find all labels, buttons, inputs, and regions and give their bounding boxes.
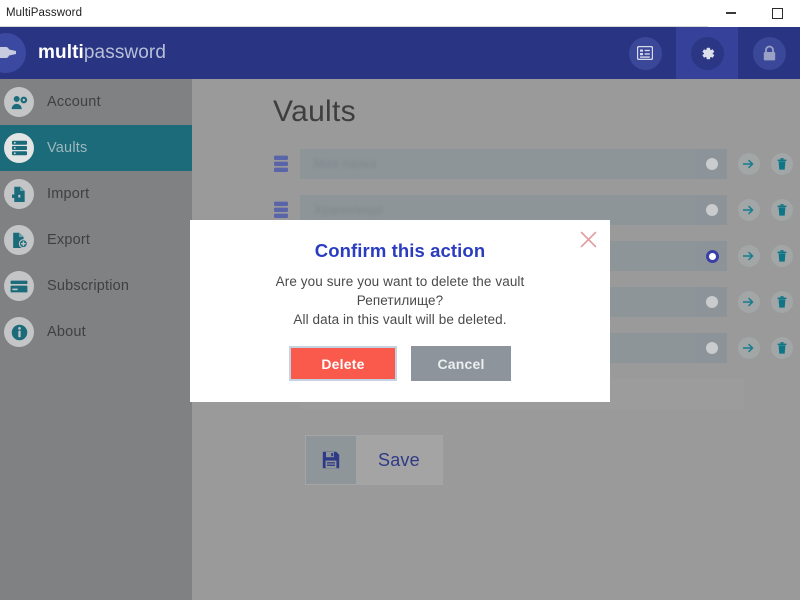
vault-name-input[interactable]: Моя папка xyxy=(300,149,727,179)
close-button[interactable] xyxy=(575,226,601,252)
sidebar-label-subscription: Subscription xyxy=(47,278,130,294)
list-view-button[interactable] xyxy=(614,27,676,79)
sidebar-label-export: Export xyxy=(47,232,91,248)
sidebar-label-account: Account xyxy=(47,94,101,110)
share-arrow-icon[interactable] xyxy=(738,199,760,221)
share-arrow-icon[interactable] xyxy=(738,153,760,175)
settings-button[interactable] xyxy=(676,27,738,79)
vault-name-text: Моя папка xyxy=(314,157,377,171)
vault-name-text: Хранилище xyxy=(314,203,384,217)
info-icon xyxy=(4,317,34,347)
sidebar-label-about: About xyxy=(47,324,86,340)
window-title: MultiPassword xyxy=(6,7,83,19)
page-title: Vaults xyxy=(273,95,356,128)
trash-icon[interactable] xyxy=(771,245,793,267)
list-view-icon xyxy=(628,36,662,70)
dialog-message-line-2: Репетилище? xyxy=(356,293,444,308)
card-icon xyxy=(4,271,34,301)
export-icon xyxy=(4,225,34,255)
delete-button[interactable]: Delete xyxy=(289,346,397,381)
sidebar: Account Vaults Import Export Subscriptio… xyxy=(0,79,192,600)
brand-bold-text: multi xyxy=(38,42,84,63)
vault-radio[interactable] xyxy=(697,333,727,363)
application-window: MultiPassword multipassword Account Vaul… xyxy=(0,0,800,600)
dialog-title: Confirm this action xyxy=(314,240,486,261)
sidebar-item-vaults[interactable]: Vaults xyxy=(0,125,192,171)
trash-icon[interactable] xyxy=(771,199,793,221)
dialog-message: Are you sure you want to delete the vaul… xyxy=(190,272,610,329)
dialog-actions: Delete Cancel xyxy=(190,346,610,381)
vault-row: Моя папка xyxy=(273,149,793,179)
radio-indicator-selected xyxy=(705,249,719,263)
minimize-icon xyxy=(726,12,736,14)
sidebar-label-vaults: Vaults xyxy=(47,140,88,156)
share-arrow-icon[interactable] xyxy=(738,245,760,267)
cancel-button[interactable]: Cancel xyxy=(411,346,511,381)
import-icon xyxy=(4,179,34,209)
vault-radio[interactable] xyxy=(697,287,727,317)
save-button[interactable]: Save xyxy=(305,435,443,485)
sidebar-item-about[interactable]: About xyxy=(0,309,192,355)
lock-button[interactable] xyxy=(738,27,800,79)
maximize-icon xyxy=(771,7,783,19)
lock-icon xyxy=(752,36,786,70)
vault-radio[interactable] xyxy=(697,195,727,225)
sidebar-item-import[interactable]: Import xyxy=(0,171,192,217)
trash-icon[interactable] xyxy=(771,153,793,175)
app-brand-name: multipassword xyxy=(38,42,166,64)
share-arrow-icon[interactable] xyxy=(738,337,760,359)
dialog-message-line-3: All data in this vault will be deleted. xyxy=(293,312,507,327)
header-actions xyxy=(614,27,800,79)
sidebar-item-account[interactable]: Account xyxy=(0,79,192,125)
app-header: multipassword xyxy=(0,27,800,79)
confirm-dialog: Confirm this action Are you sure you wan… xyxy=(190,220,610,402)
sidebar-item-export[interactable]: Export xyxy=(0,217,192,263)
close-icon xyxy=(580,231,596,247)
database-icon xyxy=(4,133,34,163)
floppy-disk-icon xyxy=(306,436,356,484)
minimize-button[interactable] xyxy=(708,0,754,27)
vault-radio-selected[interactable] xyxy=(697,241,727,271)
trash-icon[interactable] xyxy=(771,291,793,313)
save-button-label: Save xyxy=(356,436,442,484)
maximize-button[interactable] xyxy=(754,0,800,27)
user-settings-icon xyxy=(4,87,34,117)
database-icon xyxy=(274,155,288,172)
radio-indicator xyxy=(706,204,718,216)
database-icon xyxy=(274,201,288,218)
app-logo-icon xyxy=(0,33,26,73)
vault-radio[interactable] xyxy=(697,149,727,179)
share-arrow-icon[interactable] xyxy=(738,291,760,313)
dialog-message-line-1: Are you sure you want to delete the vaul… xyxy=(275,274,525,289)
trash-icon[interactable] xyxy=(771,337,793,359)
sidebar-item-subscription[interactable]: Subscription xyxy=(0,263,192,309)
brand-light-text: password xyxy=(83,42,167,63)
os-title-bar: MultiPassword xyxy=(0,0,800,27)
window-controls xyxy=(708,0,800,27)
radio-indicator xyxy=(706,296,718,308)
sidebar-label-import: Import xyxy=(47,186,90,202)
radio-indicator xyxy=(706,342,718,354)
gear-icon xyxy=(690,36,724,70)
radio-indicator xyxy=(706,158,718,170)
